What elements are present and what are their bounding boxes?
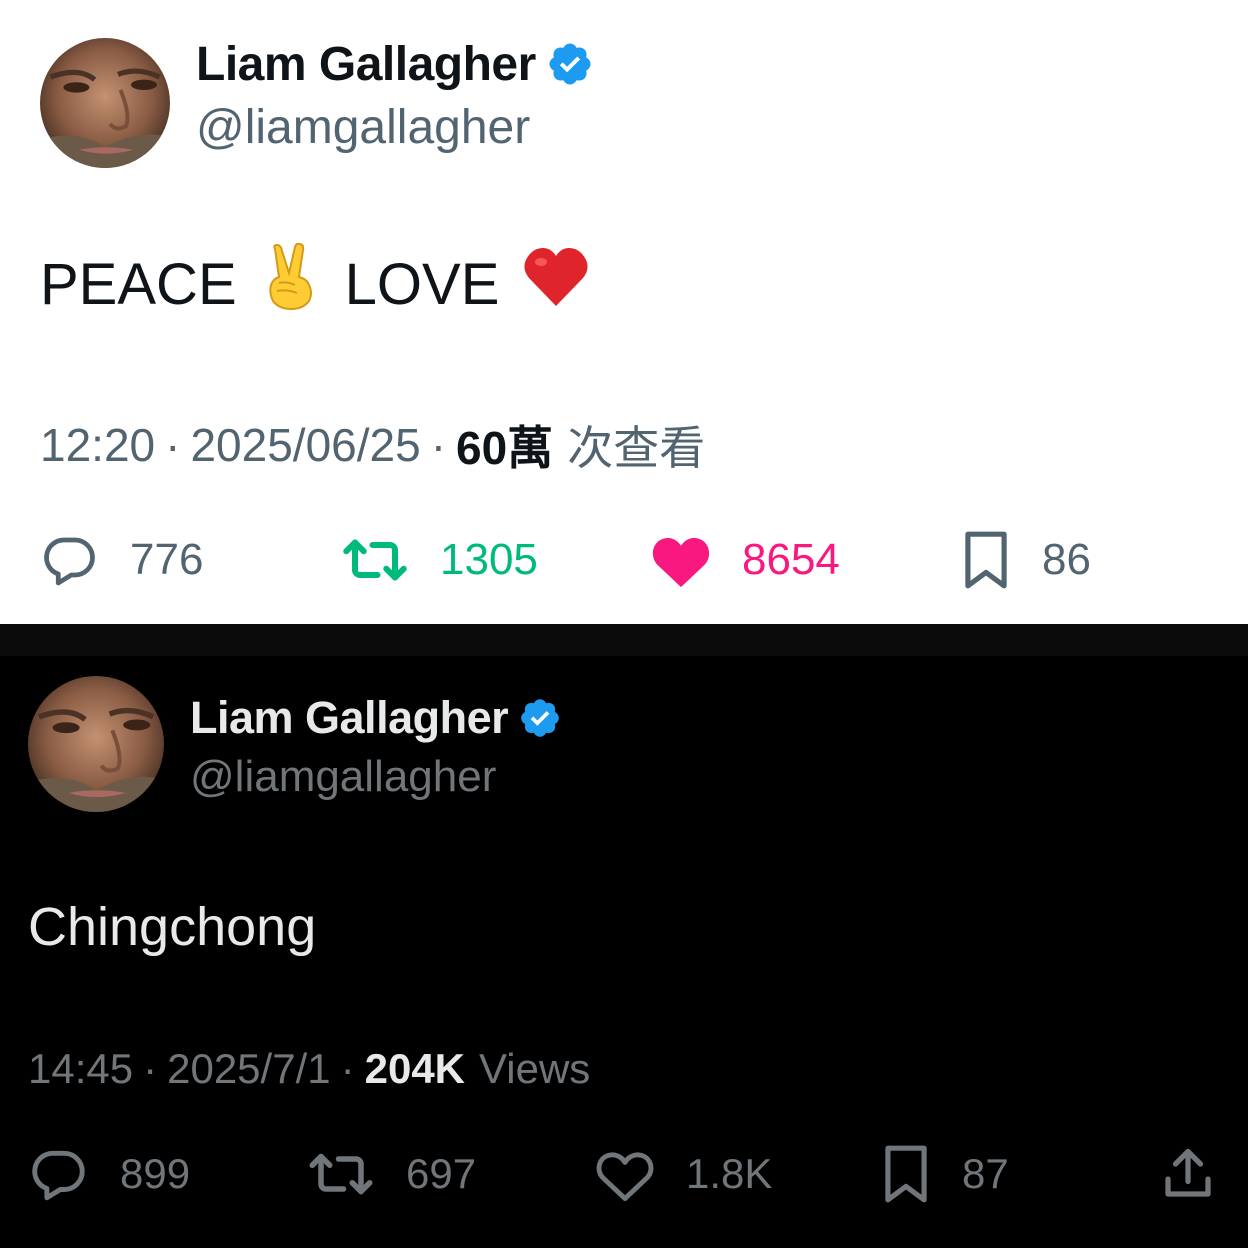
bookmark-icon xyxy=(965,531,1007,589)
separator-dot: · xyxy=(143,1045,158,1092)
reply-icon xyxy=(44,537,95,586)
tweet-text: Chingchong xyxy=(28,894,316,960)
avatar[interactable] xyxy=(28,676,164,812)
bookmark-button[interactable]: 86 xyxy=(960,528,1091,592)
tweet-metadata: 12:20 · 2025/06/25 · 60萬 次查看 xyxy=(40,416,705,474)
view-count[interactable]: 204K xyxy=(365,1045,465,1093)
tweet-time[interactable]: 12:20 xyxy=(40,418,155,472)
verified-badge-icon[interactable] xyxy=(546,40,594,88)
reply-button[interactable]: 899 xyxy=(28,1142,190,1206)
tweet-text-part: LOVE xyxy=(344,251,500,317)
retweet-count: 1305 xyxy=(440,535,538,584)
handle[interactable]: @liamgallagher xyxy=(196,100,530,155)
heart-filled-icon xyxy=(652,537,710,588)
like-button[interactable]: 8654 xyxy=(650,528,840,592)
retweet-count: 697 xyxy=(406,1150,477,1197)
bookmark-count: 87 xyxy=(962,1150,1009,1197)
avatar-image xyxy=(28,676,164,812)
separator-dot: · xyxy=(165,419,181,471)
tweet-time[interactable]: 14:45 xyxy=(28,1045,133,1093)
reply-count: 776 xyxy=(130,535,204,584)
action-bar: 899 697 1.8K 87 xyxy=(0,1142,1248,1206)
action-bar: 776 1305 8654 86 xyxy=(0,528,1248,592)
bookmark-count: 86 xyxy=(1042,535,1091,584)
tweet-dark: Liam Gallagher @liamgallagher Chingchong… xyxy=(0,624,1248,1248)
red-heart-emoji-icon: ❤️ xyxy=(523,246,589,322)
author-name-row[interactable]: Liam Gallagher xyxy=(196,36,594,92)
separator-dot: · xyxy=(430,419,447,471)
tweet-date[interactable]: 2025/7/1 xyxy=(167,1045,331,1093)
like-count: 1.8K xyxy=(686,1150,773,1197)
like-count: 8654 xyxy=(742,535,840,584)
author-name-row[interactable]: Liam Gallagher xyxy=(190,692,562,744)
tweet-light: Liam Gallagher @liamgallagher PEACE ✌️ L… xyxy=(0,0,1248,624)
like-icon xyxy=(596,1152,654,1201)
handle[interactable]: @liamgallagher xyxy=(190,752,496,802)
share-icon xyxy=(1165,1148,1211,1197)
retweet-icon xyxy=(309,1153,373,1195)
retweet-button[interactable]: 1305 xyxy=(340,528,538,592)
peace-emoji-icon: ✌️ xyxy=(261,242,321,325)
tweet-text-part: PEACE xyxy=(40,251,237,317)
bookmark-icon xyxy=(885,1145,927,1203)
avatar-image xyxy=(40,38,170,168)
retweet-icon xyxy=(343,539,407,581)
panel-divider xyxy=(0,624,1248,656)
tweet-date[interactable]: 2025/06/25 xyxy=(190,418,420,472)
tweet-metadata: 14:45 · 2025/7/1 · 204K Views xyxy=(28,1042,590,1096)
share-button[interactable] xyxy=(1158,1142,1218,1206)
separator-dot: · xyxy=(340,1045,355,1092)
avatar[interactable] xyxy=(40,38,170,168)
display-name[interactable]: Liam Gallagher xyxy=(196,37,536,92)
view-label: Views xyxy=(479,1045,591,1092)
reply-count: 899 xyxy=(120,1150,191,1197)
reply-button[interactable]: 776 xyxy=(40,528,203,592)
verified-badge-icon[interactable] xyxy=(518,696,562,740)
retweet-button[interactable]: 697 xyxy=(306,1142,476,1206)
tweet-text-content: Chingchong xyxy=(28,897,317,957)
like-button[interactable]: 1.8K xyxy=(594,1142,772,1206)
reply-icon xyxy=(32,1150,85,1201)
display-name[interactable]: Liam Gallagher xyxy=(190,692,509,744)
bookmark-button[interactable]: 87 xyxy=(880,1142,1009,1206)
tweet-text: PEACE ✌️ LOVE ❤️ xyxy=(40,242,613,322)
view-count[interactable]: 60萬 xyxy=(456,412,553,478)
view-label: 次查看 xyxy=(567,422,706,474)
